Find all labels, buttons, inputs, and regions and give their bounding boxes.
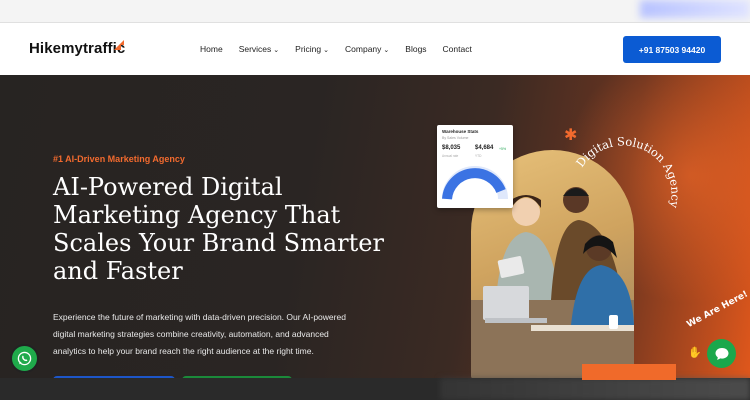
stats-card-title: Warehouse Stats [442, 129, 479, 134]
browser-top-strip [0, 0, 750, 22]
badge-text: Digital Solution Agency [573, 134, 680, 209]
nav-services[interactable]: Services ⌄ [239, 44, 279, 54]
chat-bubble-icon [715, 347, 728, 360]
hero-tagline: #1 AI-Driven Marketing Agency [53, 154, 185, 164]
stat-value-b: $4,684 [475, 145, 494, 151]
site-header: Hikemytraffic Home Services ⌄ Pricing ⌄ Co… [0, 22, 750, 76]
nav-home[interactable]: Home [200, 44, 223, 54]
bottom-strip [0, 378, 750, 400]
chevron-down-icon: ⌄ [383, 47, 390, 54]
svg-text:Digital Solution Agency: Digital Solution Agency [573, 134, 680, 209]
chat-button[interactable] [707, 339, 736, 368]
stat-label-b: YTD [475, 154, 482, 158]
hero-description: Experience the future of marketing with … [53, 311, 346, 356]
hero-section: #1 AI-Driven Marketing Agency AI-Powered… [0, 75, 750, 400]
whatsapp-icon [17, 351, 32, 366]
nav-pricing[interactable]: Pricing ⌄ [295, 44, 329, 54]
chevron-down-icon: ⌄ [323, 47, 330, 54]
nav-blogs[interactable]: Blogs [405, 44, 426, 54]
waving-hand-icon: ✋ [688, 347, 702, 359]
stat-label-a: Annual rate [442, 154, 459, 158]
gauge-chart [442, 166, 508, 200]
nav-contact[interactable]: Contact [443, 44, 472, 54]
logo-arrow-icon [114, 40, 124, 50]
chevron-down-icon: ⌄ [273, 47, 280, 54]
stat-value-a: $8,035 [442, 145, 461, 151]
orange-cta-strip[interactable] [582, 364, 676, 380]
phone-button[interactable]: +91 87503 94420 [623, 36, 721, 63]
nav-company[interactable]: Company ⌄ [345, 44, 389, 54]
stats-card-subtitle: By Sales Volume [442, 136, 469, 140]
asterisk-icon: ✱ [564, 127, 577, 144]
site-logo[interactable]: Hikemytraffic [29, 40, 125, 57]
digital-solution-badge: Digital Solution Agency ✱ [564, 127, 680, 210]
stat-badge-b: +5% [499, 147, 507, 151]
whatsapp-button[interactable] [10, 344, 39, 373]
stats-card: Warehouse Stats By Sales Volume $8,035 $… [437, 125, 513, 208]
hero-headline: AI-Powered Digital Marketing Agency That… [53, 173, 384, 285]
main-nav: Home Services ⌄ Pricing ⌄ Company ⌄ Blogs C… [200, 44, 488, 54]
